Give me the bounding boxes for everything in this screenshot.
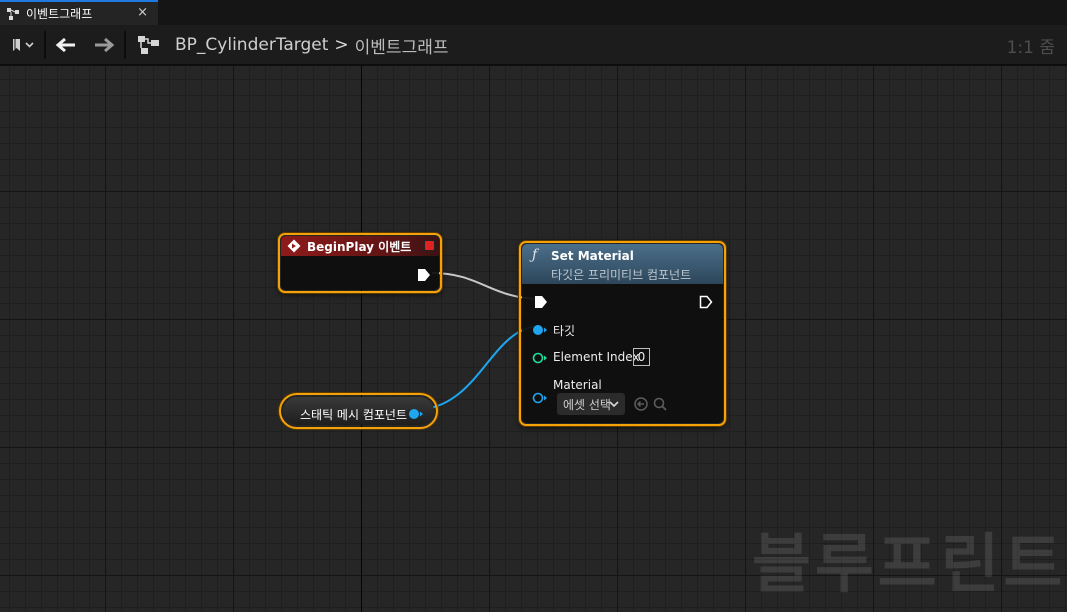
begin-play-title: BeginPlay 이벤트 (307, 239, 412, 254)
bookmark-icon (13, 39, 34, 51)
target-pin-icon[interactable] (532, 323, 548, 337)
chevron-down-icon (609, 401, 619, 408)
set-material-subtitle: 타깃은 프리미티브 컴포넌트 (551, 268, 692, 282)
set-material-node[interactable]: ƒ Set Material 타깃은 프리미티브 컴포넌트 타깃 Element… (519, 241, 726, 426)
zoom-level: 1:1 줌 (1006, 38, 1055, 58)
begin-play-header: BeginPlay 이벤트 (281, 236, 439, 256)
material-pin-label: Material (553, 378, 602, 392)
browse-asset-icon[interactable] (652, 396, 668, 412)
bookmark-dropdown-button[interactable] (0, 25, 42, 65)
arrow-left-icon (55, 37, 75, 53)
toolbar-divider (44, 31, 46, 59)
breadcrumb-current: 이벤트그래프 (354, 37, 449, 58)
material-asset-select[interactable]: 에셋 선택 (557, 393, 625, 415)
object-out-pin-icon[interactable] (408, 407, 424, 421)
target-pin-label: 타깃 (553, 324, 576, 338)
back-button[interactable] (52, 25, 80, 65)
element-index-pin-icon[interactable] (532, 351, 548, 365)
arrow-right-icon (95, 37, 115, 53)
set-material-title: Set Material (551, 249, 634, 263)
breadcrumb: BP_CylinderTarget > 이벤트그래프 (175, 33, 449, 58)
exec-out-pin-icon[interactable] (699, 295, 713, 309)
tab-event-graph[interactable]: 이벤트그래프 × (0, 0, 158, 25)
exec-out-pin-icon[interactable] (417, 268, 431, 282)
material-pin-icon[interactable] (532, 391, 548, 405)
tab-label: 이벤트그래프 (26, 7, 93, 21)
set-material-header: ƒ Set Material 타깃은 프리미티브 컴포넌트 (522, 244, 723, 284)
static-mesh-component-node[interactable]: 스태틱 메시 컴포넌트 (279, 393, 438, 429)
element-index-pin-label: Element Index (553, 350, 640, 364)
forward-button[interactable] (90, 25, 118, 65)
graph-icon (7, 7, 19, 20)
delegate-pin-icon[interactable] (424, 240, 435, 251)
breadcrumb-separator: > (334, 35, 349, 55)
exec-in-pin-icon[interactable] (534, 295, 548, 309)
toolbar: BP_CylinderTarget > 이벤트그래프 1:1 줌 (0, 25, 1067, 65)
chevron-down-icon (25, 42, 34, 48)
function-icon: ƒ (532, 247, 538, 263)
blueprint-graph-icon (138, 36, 159, 54)
tab-strip: 이벤트그래프 × (0, 0, 1067, 25)
material-asset-select-label: 에셋 선택 (563, 397, 611, 412)
element-index-input[interactable]: 0 (633, 348, 650, 366)
use-selected-asset-icon[interactable] (633, 396, 649, 412)
begin-play-node[interactable]: BeginPlay 이벤트 (278, 233, 442, 293)
static-mesh-component-label: 스태틱 메시 컴포넌트 (300, 408, 407, 422)
breadcrumb-root[interactable]: BP_CylinderTarget (175, 35, 328, 55)
event-diamond-icon (287, 239, 301, 253)
close-icon[interactable]: × (137, 5, 148, 20)
toolbar-divider (124, 31, 126, 59)
blueprint-watermark: 블루프린트 (752, 528, 1067, 602)
graph-canvas[interactable]: BeginPlay 이벤트 ƒ Set Material 타깃은 프리미티브 컴… (0, 66, 1067, 612)
